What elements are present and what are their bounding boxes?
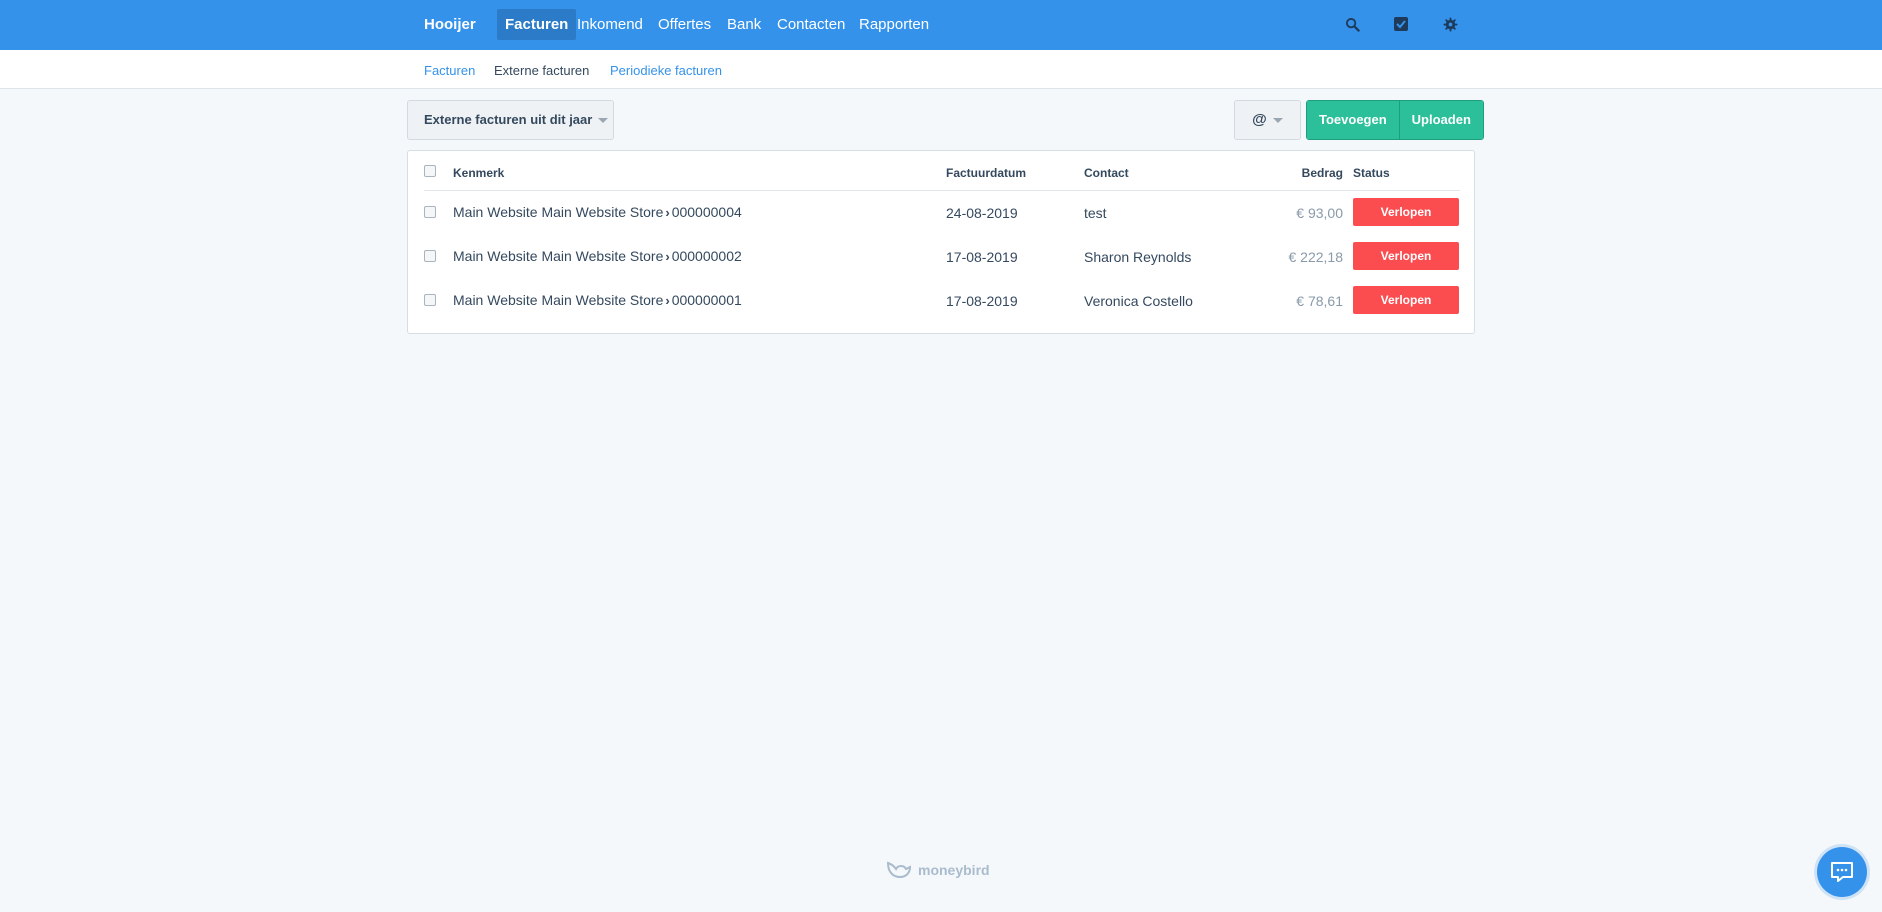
- status-badge: Verlopen: [1353, 198, 1459, 226]
- row-checkbox[interactable]: [424, 294, 436, 306]
- nav-item-rapporten[interactable]: Rapporten: [851, 9, 937, 40]
- row-checkbox[interactable]: [424, 250, 436, 262]
- column-header-contact[interactable]: Contact: [1084, 166, 1129, 180]
- chevron-down-icon: [598, 118, 609, 124]
- chevron-down-icon: [1272, 117, 1283, 123]
- brand-name[interactable]: Hooijer: [424, 16, 476, 33]
- table-row[interactable]: Main Website Main Website Store › 00000000…: [408, 279, 1476, 323]
- invoice-number: 000000001: [671, 292, 742, 308]
- status-badge: Verlopen: [1353, 242, 1459, 270]
- subnav-item-periodieke-facturen[interactable]: Periodieke facturen: [610, 63, 722, 78]
- nav-item-inkomend[interactable]: Inkomend: [569, 9, 651, 40]
- column-header-amount[interactable]: Bedrag: [1298, 166, 1343, 180]
- column-header-reference[interactable]: Kenmerk: [453, 166, 504, 180]
- column-header-date[interactable]: Factuurdatum: [946, 166, 1026, 180]
- nav-item-facturen[interactable]: Facturen: [497, 9, 577, 40]
- nav-item-contacten[interactable]: Contacten: [769, 9, 853, 40]
- add-button[interactable]: Toevoegen: [1307, 101, 1399, 139]
- subnav-item-facturen[interactable]: Facturen: [424, 63, 475, 78]
- chevron-right-icon: ›: [665, 293, 670, 308]
- checkbox-icon[interactable]: [1392, 15, 1410, 33]
- store-name: Main Website Main Website Store: [453, 292, 664, 308]
- subnav-item-externe-facturen[interactable]: Externe facturen: [494, 63, 589, 78]
- moneybird-logo[interactable]: moneybird: [886, 861, 990, 879]
- filter-dropdown[interactable]: Externe facturen uit dit jaar: [407, 100, 614, 140]
- invoice-date: 17-08-2019: [946, 249, 1018, 265]
- table-row[interactable]: Main Website Main Website Store › 00000000…: [408, 235, 1476, 279]
- logo-text: moneybird: [918, 862, 990, 878]
- invoice-table: Kenmerk Factuurdatum Contact Bedrag Stat…: [407, 150, 1475, 334]
- invoice-date: 17-08-2019: [946, 293, 1018, 309]
- upload-button[interactable]: Uploaden: [1398, 101, 1483, 139]
- action-button-group: Toevoegen Uploaden: [1306, 100, 1484, 140]
- invoice-number: 000000002: [671, 248, 742, 264]
- column-header-status[interactable]: Status: [1353, 166, 1390, 180]
- chevron-right-icon: ›: [665, 249, 670, 264]
- invoice-contact: Sharon Reynolds: [1084, 249, 1192, 265]
- status-badge: Verlopen: [1353, 286, 1459, 314]
- invoice-reference[interactable]: Main Website Main Website Store › 00000000…: [453, 204, 742, 220]
- email-options-dropdown[interactable]: @: [1234, 100, 1301, 140]
- invoice-contact: Veronica Costello: [1084, 293, 1193, 309]
- store-name: Main Website Main Website Store: [453, 204, 664, 220]
- store-name: Main Website Main Website Store: [453, 248, 664, 264]
- nav-item-offertes[interactable]: Offertes: [650, 9, 719, 40]
- invoice-reference[interactable]: Main Website Main Website Store › 00000000…: [453, 292, 742, 308]
- invoice-date: 24-08-2019: [946, 205, 1018, 221]
- invoice-reference[interactable]: Main Website Main Website Store › 00000000…: [453, 248, 742, 264]
- invoice-amount: € 222,18: [1288, 249, 1344, 265]
- chat-icon: [1831, 862, 1853, 882]
- nav-item-bank[interactable]: Bank: [719, 9, 769, 40]
- invoice-contact: test: [1084, 205, 1107, 221]
- top-navbar: Hooijer Facturen Inkomend Offertes Bank …: [0, 0, 1882, 50]
- at-label: @: [1252, 111, 1267, 128]
- table-row[interactable]: Main Website Main Website Store › 00000000…: [408, 191, 1476, 235]
- gear-icon[interactable]: [1441, 15, 1459, 33]
- filter-label: Externe facturen uit dit jaar: [424, 112, 593, 127]
- row-checkbox[interactable]: [424, 206, 436, 218]
- chat-button[interactable]: [1817, 847, 1867, 897]
- invoice-amount: € 93,00: [1296, 205, 1343, 221]
- invoice-amount: € 78,61: [1296, 293, 1343, 309]
- select-all-checkbox[interactable]: [424, 165, 436, 177]
- invoice-number: 000000004: [671, 204, 742, 220]
- chevron-right-icon: ›: [665, 205, 670, 220]
- search-icon[interactable]: [1343, 15, 1361, 33]
- sub-navbar: Facturen Externe facturen Periodieke fac…: [0, 50, 1882, 89]
- bird-icon: [886, 861, 912, 879]
